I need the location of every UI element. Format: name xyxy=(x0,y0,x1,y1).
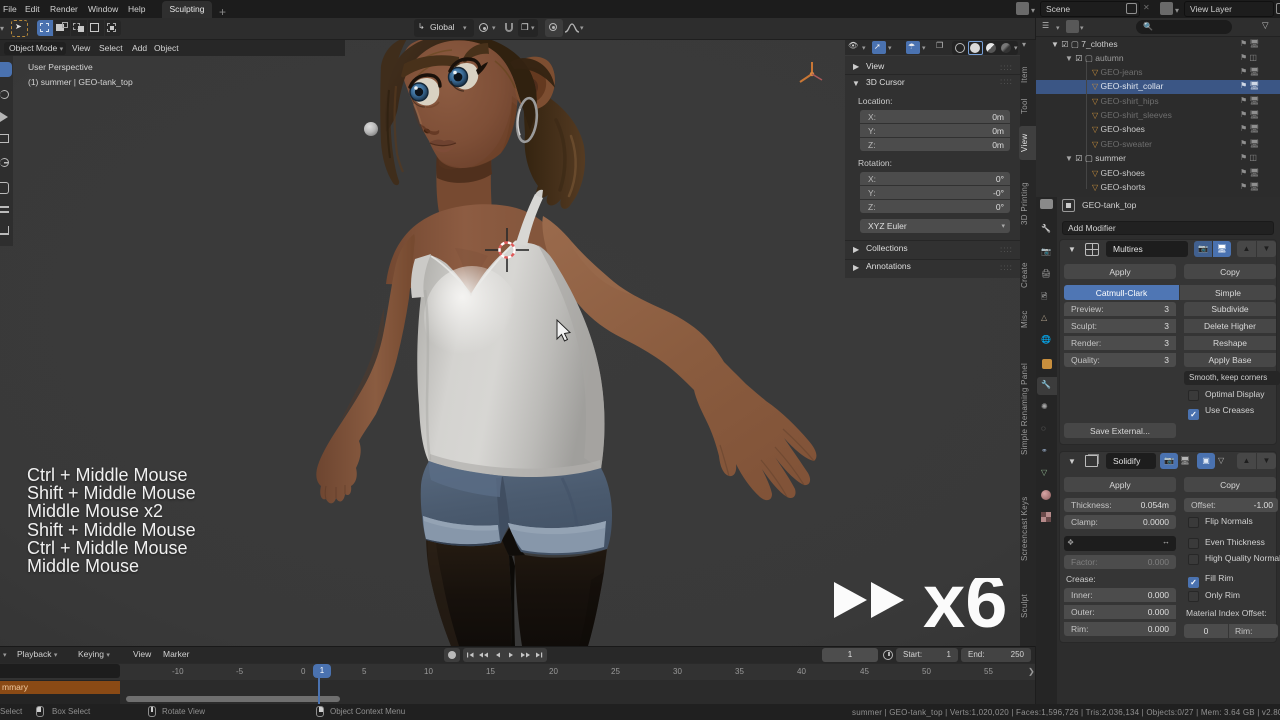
svg-text:x6: x6 xyxy=(923,578,1008,644)
